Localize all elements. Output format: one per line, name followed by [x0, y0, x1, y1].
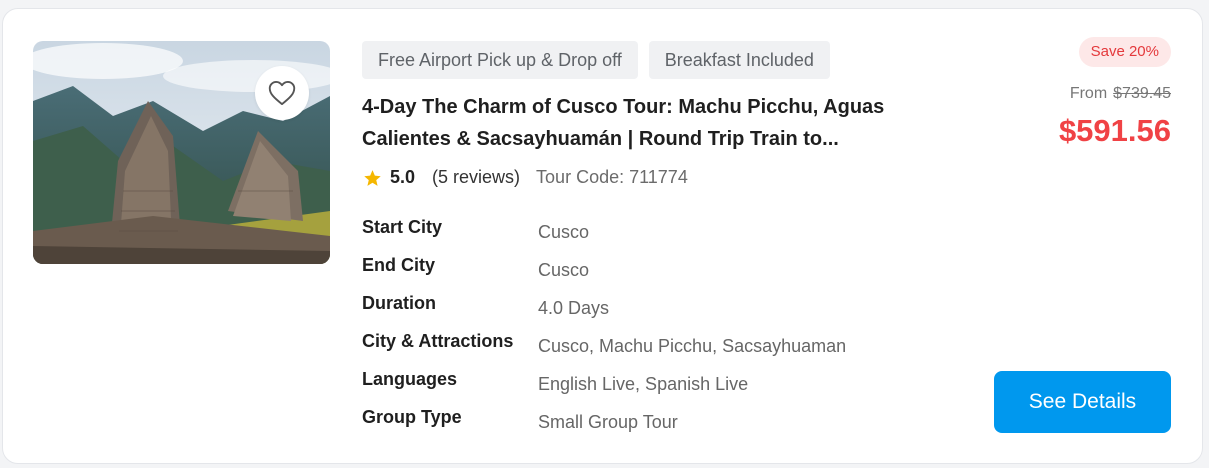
detail-value: Cusco: [538, 222, 590, 242]
current-price: $591.56: [1058, 113, 1171, 148]
from-label: From: [1069, 85, 1108, 102]
tour-card: Free Airport Pick up & Drop off Breakfas…: [2, 8, 1203, 464]
star-icon: [363, 169, 382, 187]
detail-value: 4.0 Days: [538, 298, 610, 318]
review-count[interactable]: (5 reviews): [432, 167, 520, 188]
rating-score: 5.0: [390, 167, 416, 187]
tag-breakfast: Breakfast Included: [648, 41, 830, 79]
detail-value: Cusco: [538, 260, 590, 280]
detail-value: Cusco, Machu Picchu, Sacsayhuaman: [538, 336, 847, 356]
see-details-button[interactable]: See Details: [994, 371, 1171, 433]
detail-value: Small Group Tour: [538, 412, 678, 432]
tour-title[interactable]: 4-Day The Charm of Cusco Tour: Machu Pic…: [362, 91, 962, 155]
tour-code: Tour Code: 711774: [536, 167, 688, 187]
rating-row: 5.0 (5 reviews) Tour Code: 711774: [363, 167, 688, 188]
detail-label: End City: [362, 255, 436, 275]
detail-value: English Live, Spanish Live: [538, 374, 749, 394]
detail-label: Group Type: [362, 407, 462, 427]
heart-outline-icon: [268, 80, 296, 106]
save-badge: Save 20%: [1078, 37, 1171, 67]
detail-label: Duration: [362, 293, 436, 313]
detail-label: City & Attractions: [362, 331, 514, 351]
original-price: $739.45: [1113, 85, 1171, 102]
feature-tags: Free Airport Pick up & Drop off Breakfas…: [362, 41, 830, 79]
tag-airport-pickup: Free Airport Pick up & Drop off: [362, 41, 638, 79]
detail-label: Languages: [362, 369, 458, 389]
detail-label: Start City: [362, 217, 443, 237]
from-price: From $739.45: [1070, 85, 1171, 103]
favorite-button[interactable]: [255, 66, 309, 120]
